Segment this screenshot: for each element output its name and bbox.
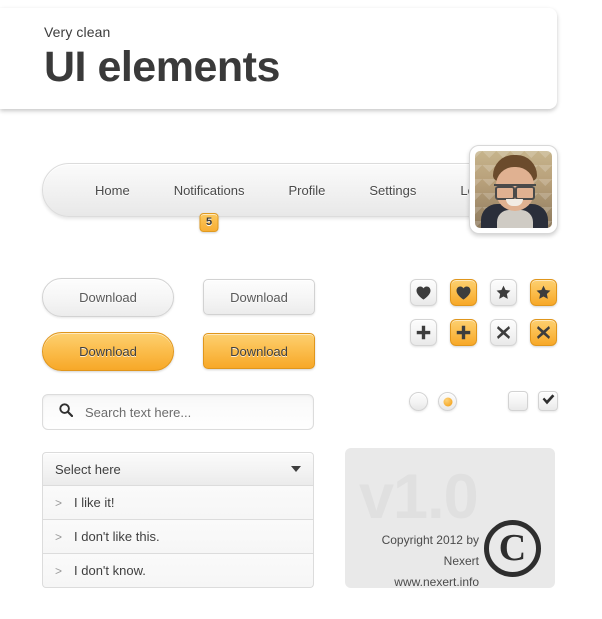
check-icon xyxy=(542,392,555,410)
page-title: UI elements xyxy=(44,43,280,91)
list-item-label: I like it! xyxy=(74,495,115,510)
radio-unchecked[interactable] xyxy=(409,392,428,411)
chevron-right-icon: > xyxy=(55,529,63,544)
checkbox-unchecked[interactable] xyxy=(508,391,528,411)
button-label: Download xyxy=(79,290,137,305)
nav-item-list: Home Notifications 5 Profile Settings Lo… xyxy=(43,164,522,232)
version-watermark: v1.0 xyxy=(359,462,479,532)
heart-icon xyxy=(456,285,471,300)
heart-icon xyxy=(416,285,431,300)
plus-icon xyxy=(456,325,471,340)
close-button-grey[interactable] xyxy=(490,319,517,346)
avatar-glasses xyxy=(494,184,536,200)
star-button-orange[interactable] xyxy=(530,279,557,306)
copyright-icon: C xyxy=(484,520,541,577)
notifications-badge: 5 xyxy=(199,212,219,232)
nav-item-notifications[interactable]: Notifications 5 xyxy=(152,182,267,232)
plus-button-orange[interactable] xyxy=(450,319,477,346)
avatar-scarf xyxy=(497,210,533,228)
header-text-group: Very clean UI elements xyxy=(44,23,280,93)
list-item[interactable]: > I like it! xyxy=(42,486,314,520)
button-label: Download xyxy=(79,344,137,359)
list-item[interactable]: > I don't like this. xyxy=(42,520,314,554)
list-item-label: I don't know. xyxy=(74,563,146,578)
copyright-text: Copyright 2012 by Nexert xyxy=(381,533,479,568)
header-eyebrow: Very clean xyxy=(44,24,111,40)
plus-button-grey[interactable] xyxy=(410,319,437,346)
download-button-grey-pill[interactable]: Download xyxy=(42,278,174,317)
chevron-down-icon xyxy=(291,466,301,472)
radio-dot-icon xyxy=(443,397,452,406)
nav-item-label: Home xyxy=(95,182,130,198)
nav-item-label: Settings xyxy=(369,182,417,198)
footer-text-group: Copyright 2012 by Nexert www.nexert.info xyxy=(345,530,479,588)
search-box[interactable] xyxy=(42,394,314,430)
close-icon xyxy=(537,326,550,339)
search-input[interactable] xyxy=(83,403,303,421)
button-label: Download xyxy=(230,343,288,359)
dropdown-selected-label: Select here xyxy=(55,461,121,477)
nav-item-settings[interactable]: Settings xyxy=(347,183,438,198)
chevron-right-icon: > xyxy=(55,495,63,510)
download-button-orange-rect[interactable]: Download xyxy=(203,333,315,369)
download-button-orange-pill[interactable]: Download xyxy=(42,332,174,371)
navigation-bar: Home Notifications 5 Profile Settings Lo… xyxy=(42,163,522,232)
nav-item-label: Profile xyxy=(288,182,326,198)
close-icon xyxy=(497,326,510,339)
download-button-grey-rect[interactable]: Download xyxy=(203,279,315,315)
footer-panel: v1.0 Copyright 2012 by Nexert www.nexert… xyxy=(345,448,555,588)
nav-item-label: Notifications xyxy=(173,182,245,198)
radio-checked[interactable] xyxy=(438,392,457,411)
nav-item-home[interactable]: Home xyxy=(73,183,152,198)
nav-item-profile[interactable]: Profile xyxy=(267,183,348,198)
header-banner: Very clean UI elements xyxy=(0,8,557,109)
page-root: Very clean UI elements Home Notification… xyxy=(0,0,602,619)
dropdown-toggle[interactable]: Select here xyxy=(42,452,314,486)
checkbox-checked[interactable] xyxy=(538,391,558,411)
chevron-right-icon: > xyxy=(55,563,63,578)
avatar-photo xyxy=(475,151,552,228)
plus-icon xyxy=(416,325,431,340)
website-text: www.nexert.info xyxy=(394,575,479,588)
star-icon xyxy=(496,285,511,300)
star-icon xyxy=(536,285,551,300)
avatar[interactable] xyxy=(469,145,558,234)
star-button-grey[interactable] xyxy=(490,279,517,306)
search-icon xyxy=(59,402,74,422)
heart-button-orange[interactable] xyxy=(450,279,477,306)
button-label: Download xyxy=(230,289,288,305)
heart-button-grey[interactable] xyxy=(410,279,437,306)
list-item[interactable]: > I don't know. xyxy=(42,554,314,588)
list-item-label: I don't like this. xyxy=(74,529,160,544)
dropdown: Select here > I like it! > I don't like … xyxy=(42,452,314,588)
close-button-orange[interactable] xyxy=(530,319,557,346)
